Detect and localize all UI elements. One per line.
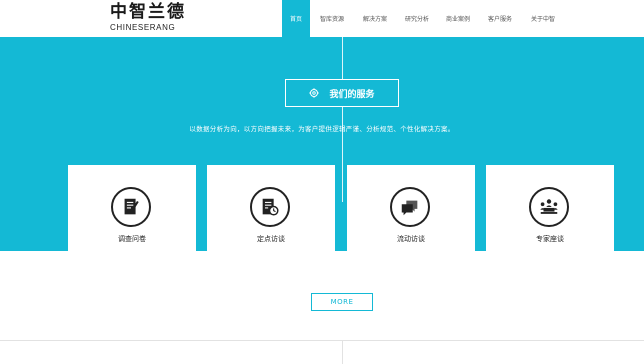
nav-item-cases[interactable]: 商业案例 xyxy=(438,0,478,37)
services-title: 我们的服务 xyxy=(329,89,375,100)
nav-item-solutions[interactable]: 解决方案 xyxy=(354,0,396,37)
nav-item-customer-service[interactable]: 客户服务 xyxy=(478,0,522,37)
questionnaire-icon xyxy=(111,187,151,227)
divider-line xyxy=(342,341,343,364)
nav-item-home[interactable]: 首页 xyxy=(282,0,310,37)
services-title-box: 我们的服务 xyxy=(285,79,399,107)
chat-bubbles-icon xyxy=(390,187,430,227)
service-card-label: 专家座谈 xyxy=(536,235,564,243)
nav-item-think-tank[interactable]: 智库资源 xyxy=(310,0,354,37)
service-card-questionnaire[interactable]: 调查问卷 xyxy=(68,165,196,251)
logo-english-text: CHINESERANG xyxy=(110,23,176,32)
meeting-icon xyxy=(529,187,569,227)
service-card-label: 定点访谈 xyxy=(257,235,285,243)
logo[interactable]: 中智兰德 CHINESERANG xyxy=(110,2,190,34)
service-card-mobile-interview[interactable]: 流动访谈 xyxy=(347,165,475,251)
services-tagline: 以数据分析为向，以方向把握未来，为客户提供逻辑严谨、分析规范、个性化解决方案。 xyxy=(189,125,455,133)
divider-line xyxy=(342,37,343,79)
document-clock-icon xyxy=(250,187,290,227)
service-card-label: 流动访谈 xyxy=(397,235,425,243)
service-card-fixed-interview[interactable]: 定点访谈 xyxy=(207,165,335,251)
logo-chinese-text: 中智兰德 xyxy=(110,2,186,22)
gear-icon xyxy=(309,88,320,98)
main-nav: 首页 智库资源 解决方案 研究分析 商业案例 客户服务 关于中智 xyxy=(282,0,564,37)
nav-item-about[interactable]: 关于中智 xyxy=(522,0,564,37)
site-header: 中智兰德 CHINESERANG 首页 智库资源 解决方案 研究分析 商业案例 … xyxy=(0,0,644,37)
service-card-expert-panel[interactable]: 专家座谈 xyxy=(486,165,614,251)
nav-item-research[interactable]: 研究分析 xyxy=(396,0,438,37)
section-divider xyxy=(0,340,644,341)
service-card-label: 调查问卷 xyxy=(118,235,146,243)
divider-line xyxy=(342,107,343,202)
more-button[interactable]: MORE xyxy=(311,293,373,311)
